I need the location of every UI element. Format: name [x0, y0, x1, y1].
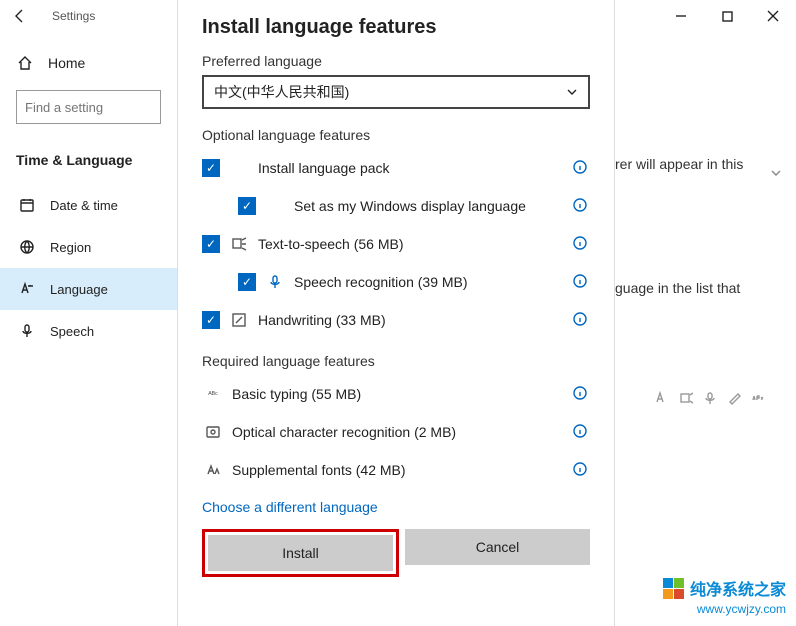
install-button[interactable]: Install: [208, 535, 393, 571]
feature-language-pack: ✓ Install language pack: [202, 149, 590, 187]
feature-label: Text-to-speech (56 MB): [258, 236, 572, 252]
info-icon[interactable]: [572, 197, 590, 215]
dialog-buttons: Install Cancel: [202, 529, 590, 577]
maximize-button[interactable]: [704, 0, 750, 32]
cancel-button[interactable]: Cancel: [405, 529, 590, 565]
feature-text-to-speech: ✓ Text-to-speech (56 MB): [202, 225, 590, 263]
search-input[interactable]: [25, 100, 152, 115]
select-value: 中文(中华人民共和国): [214, 82, 349, 102]
arrow-left-icon: [12, 8, 28, 24]
checkbox[interactable]: ✓: [202, 311, 220, 329]
info-icon[interactable]: [572, 311, 590, 329]
feature-icons-row: [655, 391, 765, 405]
globe-icon: [18, 238, 36, 256]
window-title: Settings: [52, 9, 95, 23]
feature-label: Set as my Windows display language: [294, 198, 572, 214]
page-text-fragment: guage in the list that: [615, 280, 740, 296]
feature-label: Supplemental fonts (42 MB): [232, 462, 572, 478]
sidebar-item-date-time[interactable]: Date & time: [0, 184, 177, 226]
required-fonts: Supplemental fonts (42 MB): [202, 451, 590, 489]
nav-label: Speech: [50, 324, 94, 339]
sidebar-item-language[interactable]: Language: [0, 268, 177, 310]
required-ocr: Optical character recognition (2 MB): [202, 413, 590, 451]
page-text-fragment: rer will appear in this: [615, 156, 743, 172]
home-icon: [16, 54, 34, 72]
install-highlight: Install: [202, 529, 399, 577]
feature-label: Handwriting (33 MB): [258, 312, 572, 328]
preferred-language-label: Preferred language: [202, 53, 590, 69]
feature-label: Basic typing (55 MB): [232, 386, 572, 402]
nav-label: Language: [50, 282, 108, 297]
info-icon[interactable]: [572, 159, 590, 177]
dialog-title: Install language features: [202, 16, 590, 39]
microphone-icon: [18, 322, 36, 340]
ocr-icon: [204, 423, 222, 441]
minimize-button[interactable]: [658, 0, 704, 32]
sidebar-item-speech[interactable]: Speech: [0, 310, 177, 352]
sidebar-group-header: Time & Language: [0, 144, 177, 184]
fonts-icon: [204, 461, 222, 479]
minimize-icon: [675, 10, 687, 22]
sidebar-item-region[interactable]: Region: [0, 226, 177, 268]
info-icon[interactable]: [572, 423, 590, 441]
watermark-brand: 纯净系统之家: [690, 576, 786, 600]
tts-small-icon: [679, 391, 693, 405]
mic-small-icon: [703, 391, 717, 405]
nav-label: Date & time: [50, 198, 118, 213]
info-icon[interactable]: [572, 273, 590, 291]
choose-different-language-link[interactable]: Choose a different language: [202, 499, 378, 515]
install-language-dialog: Install language features Preferred lang…: [177, 0, 615, 626]
sidebar-home[interactable]: Home: [0, 44, 177, 82]
scroll-indicator[interactable]: [770, 166, 782, 182]
language-icon: [18, 280, 36, 298]
feature-handwriting: ✓ Handwriting (33 MB): [202, 301, 590, 339]
chevron-down-icon: [566, 86, 578, 98]
watermark-logo: 纯净系统之家: [663, 576, 786, 600]
feature-display-language: ✓ Set as my Windows display language: [202, 187, 590, 225]
pen-small-icon: [727, 391, 741, 405]
optional-features-header: Optional language features: [202, 127, 590, 143]
feature-label: Install language pack: [258, 160, 572, 176]
microphone-icon: [266, 273, 284, 291]
sidebar: Home Time & Language Date & time Region …: [0, 32, 177, 626]
maximize-icon: [722, 11, 733, 22]
clock-icon: [18, 196, 36, 214]
required-features-header: Required language features: [202, 353, 590, 369]
checkbox[interactable]: ✓: [238, 273, 256, 291]
nav-label: Region: [50, 240, 91, 255]
feature-speech-recognition: ✓ Speech recognition (39 MB): [202, 263, 590, 301]
checkbox[interactable]: ✓: [202, 159, 220, 177]
pen-icon: [230, 311, 248, 329]
checkbox[interactable]: ✓: [238, 197, 256, 215]
info-icon[interactable]: [572, 385, 590, 403]
preferred-language-select[interactable]: 中文(中华人民共和国): [202, 75, 590, 109]
language-small-icon: [655, 391, 669, 405]
close-icon: [767, 10, 779, 22]
close-button[interactable]: [750, 0, 796, 32]
window-controls: [658, 0, 796, 32]
checkbox[interactable]: ✓: [202, 235, 220, 253]
feature-label: Optical character recognition (2 MB): [232, 424, 572, 440]
back-button[interactable]: [0, 0, 40, 32]
required-basic-typing: ᴬᴮᶜ Basic typing (55 MB): [202, 375, 590, 413]
info-icon[interactable]: [572, 235, 590, 253]
watermark-url: www.ycwjzy.com: [663, 602, 786, 616]
search-box[interactable]: [16, 90, 161, 124]
windows-logo-icon: [663, 578, 684, 599]
watermark: 纯净系统之家 www.ycwjzy.com: [663, 576, 786, 616]
tts-icon: [230, 235, 248, 253]
abc-small-icon: [751, 391, 765, 405]
abc-icon: ᴬᴮᶜ: [204, 385, 222, 403]
home-label: Home: [48, 55, 85, 71]
feature-label: Speech recognition (39 MB): [294, 274, 572, 290]
info-icon[interactable]: [572, 461, 590, 479]
